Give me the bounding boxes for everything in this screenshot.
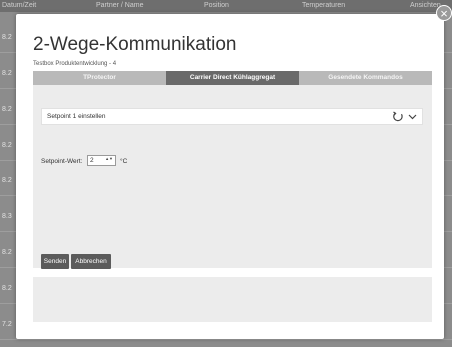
command-panel: Setpoint 1 einstellen Setpoint-Wert: 2 ▲…: [33, 85, 432, 269]
tab-sent-commands[interactable]: Gesendete Kommandos: [299, 71, 432, 85]
row-value: 8.2: [2, 106, 12, 113]
bg-col-date: Datum/Zeit: [2, 2, 37, 9]
row-value: 8.2: [2, 285, 12, 292]
row-value: 8.2: [2, 142, 12, 149]
command-select-value: Setpoint 1 einstellen: [47, 113, 106, 120]
cancel-button[interactable]: Abbrechen: [71, 254, 111, 269]
stepper-arrows-icon[interactable]: ▲▼: [105, 156, 113, 161]
setpoint-unit: °C: [120, 158, 128, 165]
close-icon[interactable]: ×: [436, 5, 452, 21]
two-way-communication-dialog: 2-Wege-Kommunikation Testbox Produktentw…: [16, 14, 444, 339]
row-value: 8.3: [2, 213, 12, 220]
tab-carrier-direct[interactable]: Carrier Direct Kühlaggregat: [166, 71, 299, 85]
dialog-subtitle: Testbox Produktentwicklung - 4: [33, 61, 117, 67]
bg-col-partner: Partner / Name: [96, 2, 144, 9]
row-value: 8.2: [2, 249, 12, 256]
command-select[interactable]: Setpoint 1 einstellen: [41, 108, 423, 125]
tab-bar: TProtector Carrier Direct Kühlaggregat G…: [33, 71, 432, 85]
bg-col-position: Position: [204, 2, 229, 9]
send-button[interactable]: Senden: [41, 254, 69, 269]
refresh-icon[interactable]: [392, 111, 404, 123]
response-panel: [33, 277, 432, 322]
row-value: 8.2: [2, 70, 12, 77]
tab-tprotector[interactable]: TProtector: [33, 71, 166, 85]
row-value: 8.2: [2, 34, 12, 41]
table-row: 7.2: [0, 321, 452, 340]
row-value: 7.2: [2, 321, 12, 328]
chevron-down-icon[interactable]: [408, 112, 417, 121]
setpoint-value[interactable]: 2: [90, 156, 94, 166]
setpoint-label: Setpoint-Wert:: [41, 158, 83, 165]
dialog-title: 2-Wege-Kommunikation: [33, 34, 237, 55]
background-table-header: Datum/Zeit Partner / Name Position Tempe…: [0, 0, 452, 12]
setpoint-stepper[interactable]: 2 ▲▼: [87, 155, 116, 166]
row-value: 8.2: [2, 177, 12, 184]
bg-col-temperatures: Temperaturen: [302, 2, 346, 9]
